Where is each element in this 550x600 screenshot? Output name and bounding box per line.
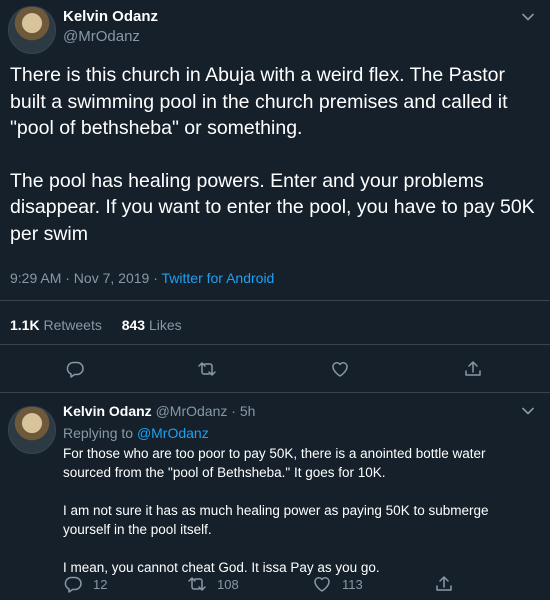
meta-separator: ·: [149, 270, 162, 286]
retweet-icon: [197, 359, 217, 379]
like-button[interactable]: [330, 359, 350, 379]
tweet-timestamp[interactable]: 9:29 AM · Nov 7, 2019: [10, 270, 149, 286]
like-icon: [312, 574, 332, 594]
author-handle[interactable]: @MrOdanz: [63, 28, 140, 45]
tweet-text: There is this church in Abuja with a wei…: [10, 62, 540, 247]
reply-text: For those who are too poor to pay 50K, t…: [63, 444, 533, 577]
replying-to-handle[interactable]: @MrOdanz: [137, 425, 209, 441]
retweet-count: 108: [217, 576, 239, 592]
chevron-down-icon[interactable]: [521, 10, 535, 24]
replying-to: Replying to @MrOdanz: [63, 425, 209, 441]
likes-label: Likes: [148, 317, 182, 333]
tweet-paragraph: There is this church in Abuja with a wei…: [10, 64, 508, 139]
avatar[interactable]: [8, 6, 56, 54]
likes-stat[interactable]: 843 Likes: [122, 317, 182, 333]
reply-author-name[interactable]: Kelvin Odanz: [63, 403, 152, 419]
retweets-label: Retweets: [43, 317, 102, 333]
reply-count: 12: [93, 576, 108, 592]
retweet-button[interactable]: [197, 359, 217, 379]
reply-button[interactable]: [65, 359, 85, 379]
like-icon: [330, 359, 350, 379]
reply-header: Kelvin Odanz @MrOdanz · 5h: [63, 403, 255, 419]
divider: [0, 300, 550, 301]
reply-reply-button[interactable]: 12: [63, 574, 107, 594]
reply-icon: [63, 574, 83, 594]
chevron-down-icon[interactable]: [521, 404, 535, 418]
reply-paragraph: I am not sure it has as much healing pow…: [63, 503, 489, 537]
divider: [0, 344, 550, 345]
reply-paragraph: For those who are too poor to pay 50K, t…: [63, 446, 486, 480]
tweet-meta: 9:29 AM · Nov 7, 2019 · Twitter for Andr…: [10, 270, 274, 286]
tweet-actions: [0, 359, 550, 381]
tweet-paragraph: The pool has healing powers. Enter and y…: [10, 169, 535, 245]
reply-retweet-button[interactable]: 108: [187, 574, 239, 594]
likes-count: 843: [121, 317, 146, 333]
retweets-count: 1.1K: [10, 317, 40, 333]
reply-time[interactable]: · 5h: [231, 403, 255, 419]
author-name[interactable]: Kelvin Odanz: [63, 8, 158, 25]
share-button[interactable]: [463, 359, 483, 379]
reply-icon: [65, 359, 85, 379]
tweet-stats: 1.1K Retweets 843 Likes: [10, 317, 182, 333]
reply-share-button[interactable]: [434, 574, 454, 594]
retweet-icon: [187, 574, 207, 594]
reply-actions: 12 108 113: [0, 574, 550, 596]
share-icon: [463, 359, 483, 379]
replying-to-label: Replying to: [63, 425, 134, 441]
divider: [0, 392, 550, 393]
reply-avatar[interactable]: [8, 406, 56, 454]
tweet-source-link[interactable]: Twitter for Android: [162, 270, 275, 286]
reply-author-handle[interactable]: @MrOdanz: [156, 403, 228, 419]
like-count: 113: [342, 576, 363, 592]
share-icon: [434, 574, 454, 594]
retweets-stat[interactable]: 1.1K Retweets: [10, 317, 102, 333]
reply-like-button[interactable]: 113: [312, 574, 363, 594]
